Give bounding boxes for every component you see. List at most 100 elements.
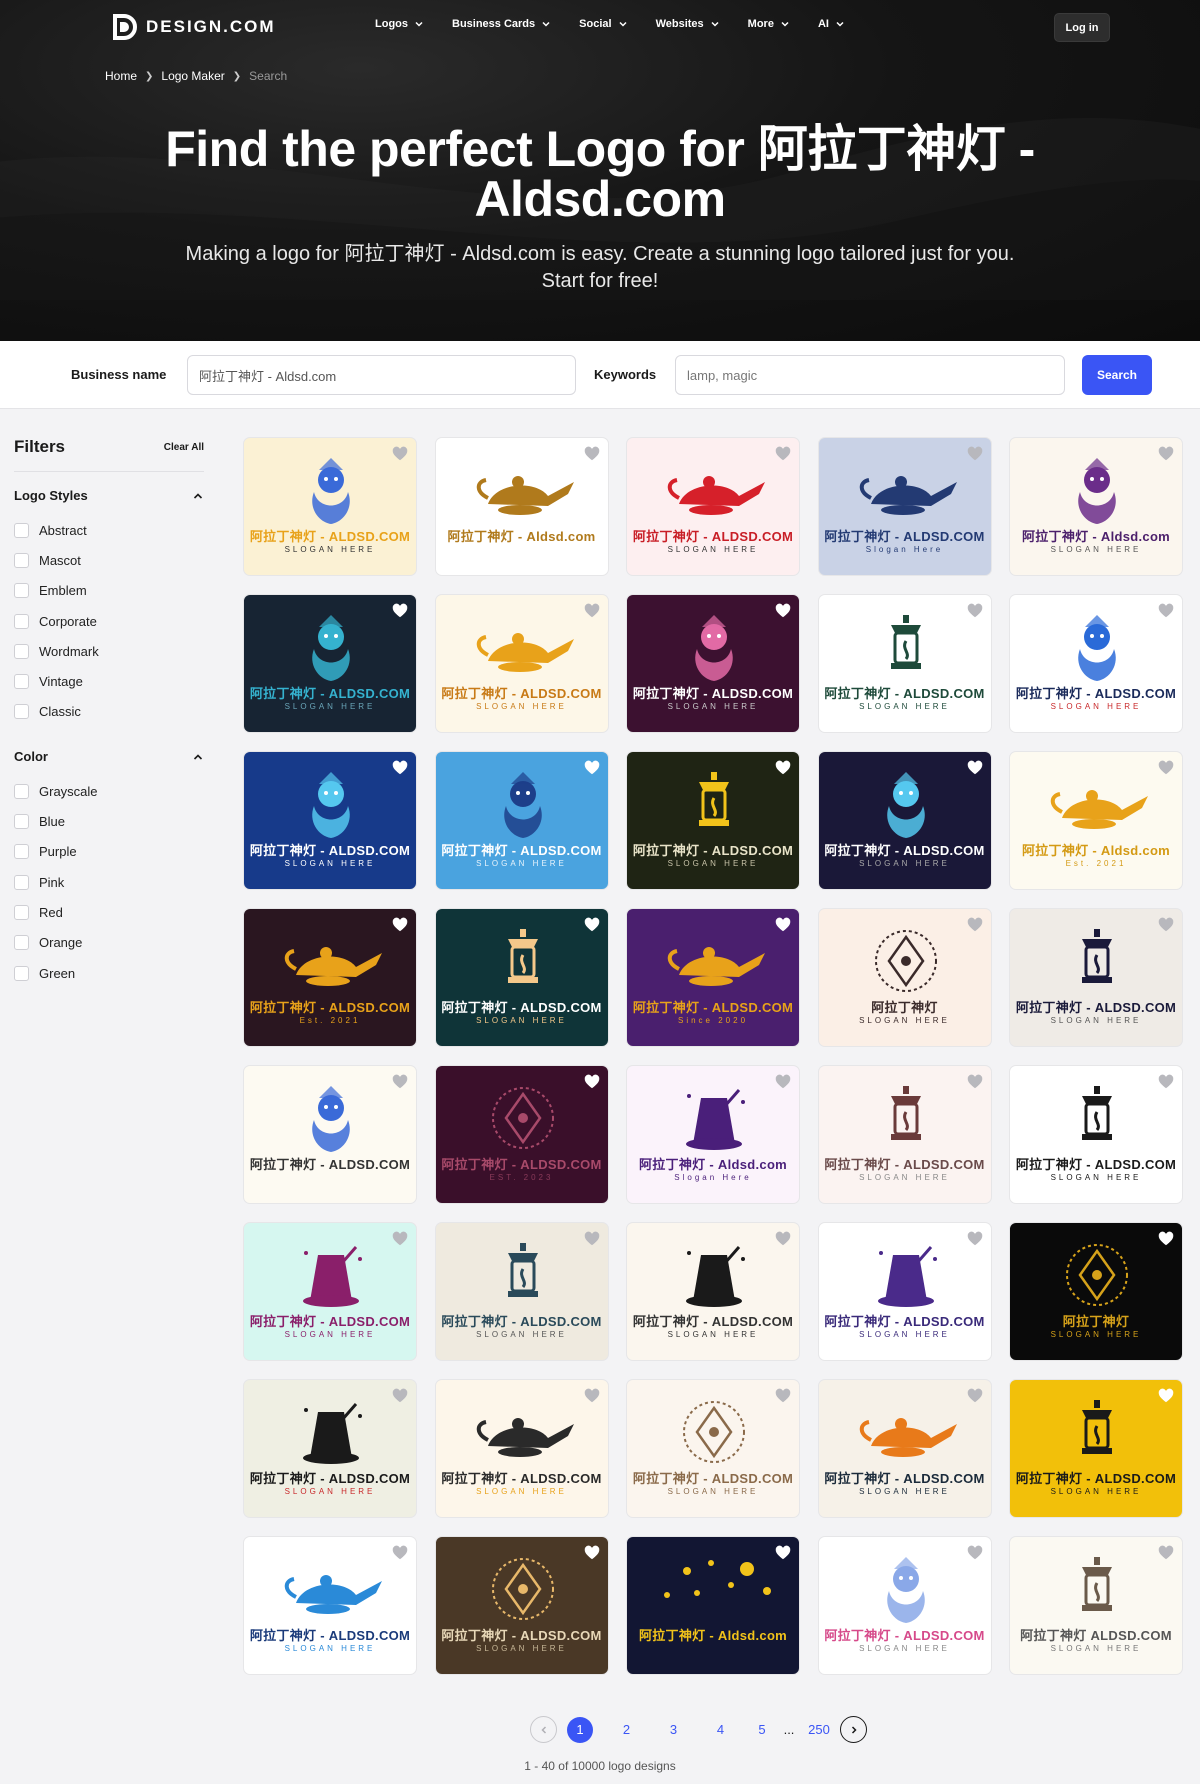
nav-business-cards[interactable]: Business Cards: [452, 18, 551, 30]
logo-card[interactable]: 阿拉丁神灯 - ALDSD.COM SLOGAN HERE: [817, 1222, 992, 1361]
logo-card[interactable]: 阿拉丁神灯 - ALDSD.COM SLOGAN HERE: [243, 1379, 417, 1518]
previous-page-button[interactable]: [530, 1716, 557, 1743]
logo-card[interactable]: 阿拉丁神灯 - Aldsd.com Est. 2021: [1009, 751, 1183, 890]
logo-card[interactable]: 阿拉丁神灯 - ALDSD.COM SLOGAN HERE: [1009, 908, 1183, 1047]
logo-card[interactable]: 阿拉丁神灯 - ALDSD.COM SLOGAN HERE: [626, 437, 800, 576]
favorite-heart-icon[interactable]: [775, 1545, 791, 1561]
logo-card[interactable]: 阿拉丁神灯 - ALDSD.COM SLOGAN HERE: [1009, 594, 1183, 733]
favorite-heart-icon[interactable]: [584, 917, 600, 933]
logo-card[interactable]: 阿拉丁神灯 - ALDSD.COM SLOGAN HERE: [434, 908, 609, 1047]
filter-checkbox[interactable]: [14, 552, 29, 568]
logo-card[interactable]: 阿拉丁神灯 - ALDSD.COM SLOGAN HERE: [434, 751, 609, 890]
filter-option[interactable]: Mascot: [14, 545, 204, 575]
search-button[interactable]: Search: [1082, 355, 1152, 395]
filter-option[interactable]: Pink: [14, 867, 204, 897]
logo-card[interactable]: 阿拉丁神灯 - ALDSD.COM SLOGAN HERE: [817, 751, 992, 890]
logo-card[interactable]: 阿拉丁神灯 - ALDSD.COM SLOGAN HERE: [243, 1222, 417, 1361]
filter-group-header[interactable]: Color: [14, 749, 204, 764]
favorite-heart-icon[interactable]: [392, 917, 408, 933]
favorite-heart-icon[interactable]: [775, 1388, 791, 1404]
favorite-heart-icon[interactable]: [584, 1388, 600, 1404]
logo-card[interactable]: 阿拉丁神灯 - Aldsd.com: [626, 1536, 800, 1675]
brand-logo[interactable]: DESIGN.COM: [112, 13, 276, 41]
filter-checkbox[interactable]: [14, 965, 29, 981]
filter-checkbox[interactable]: [14, 583, 29, 599]
keywords-input[interactable]: [675, 355, 1065, 395]
page-2[interactable]: 2: [603, 1722, 650, 1737]
filter-checkbox[interactable]: [14, 643, 29, 659]
business-name-input[interactable]: [187, 355, 576, 395]
logo-card[interactable]: 阿拉丁神灯 - Aldsd.com: [434, 437, 609, 576]
favorite-heart-icon[interactable]: [1158, 603, 1174, 619]
favorite-heart-icon[interactable]: [967, 760, 983, 776]
favorite-heart-icon[interactable]: [967, 1074, 983, 1090]
logo-card[interactable]: 阿拉丁神灯 - ALDSD.COM SLOGAN HERE: [626, 751, 800, 890]
favorite-heart-icon[interactable]: [392, 446, 408, 462]
logo-card[interactable]: 阿拉丁神灯 - ALDSD.COM SLOGAN HERE: [817, 1536, 992, 1675]
logo-card[interactable]: 阿拉丁神灯 - ALDSD.COM SLOGAN HERE: [626, 594, 800, 733]
filter-option[interactable]: Abstract: [14, 515, 204, 545]
logo-card[interactable]: 阿拉丁神灯 SLOGAN HERE: [817, 908, 992, 1047]
filter-option[interactable]: Blue: [14, 806, 204, 836]
favorite-heart-icon[interactable]: [775, 1074, 791, 1090]
filter-checkbox[interactable]: [14, 783, 29, 799]
favorite-heart-icon[interactable]: [1158, 1074, 1174, 1090]
filter-option[interactable]: Vintage: [14, 666, 204, 696]
logo-card[interactable]: 阿拉丁神灯 - ALDSD.COM Est. 2021: [243, 908, 417, 1047]
favorite-heart-icon[interactable]: [392, 1231, 408, 1247]
favorite-heart-icon[interactable]: [584, 446, 600, 462]
logo-card[interactable]: 阿拉丁神灯 - ALDSD.COM SLOGAN HERE: [626, 1379, 800, 1518]
filter-checkbox[interactable]: [14, 613, 29, 629]
favorite-heart-icon[interactable]: [584, 1074, 600, 1090]
favorite-heart-icon[interactable]: [775, 1231, 791, 1247]
filter-checkbox[interactable]: [14, 814, 29, 830]
favorite-heart-icon[interactable]: [392, 760, 408, 776]
logo-card[interactable]: 阿拉丁神灯 - ALDSD.COM SLOGAN HERE: [817, 594, 992, 733]
nav-logos[interactable]: Logos: [375, 18, 424, 30]
filter-group-header[interactable]: Logo Styles: [14, 488, 204, 503]
filter-option[interactable]: Green: [14, 958, 204, 988]
logo-card[interactable]: 阿拉丁神灯 - ALDSD.COM SLOGAN HERE: [626, 1222, 800, 1361]
logo-card[interactable]: 阿拉丁神灯 - ALDSD.COM SLOGAN HERE: [243, 437, 417, 576]
breadcrumb-logo-maker[interactable]: Logo Maker: [161, 69, 224, 83]
favorite-heart-icon[interactable]: [775, 760, 791, 776]
filter-option[interactable]: Emblem: [14, 576, 204, 606]
clear-all-button[interactable]: Clear All: [164, 442, 204, 453]
favorite-heart-icon[interactable]: [1158, 1231, 1174, 1247]
filter-option[interactable]: Purple: [14, 837, 204, 867]
page-1[interactable]: 1: [567, 1716, 593, 1743]
logo-card[interactable]: 阿拉丁神灯 - ALDSD.COM SLOGAN HERE: [817, 1379, 992, 1518]
favorite-heart-icon[interactable]: [584, 603, 600, 619]
favorite-heart-icon[interactable]: [584, 1231, 600, 1247]
logo-card[interactable]: 阿拉丁神灯 SLOGAN HERE: [1009, 1222, 1183, 1361]
favorite-heart-icon[interactable]: [1158, 917, 1174, 933]
favorite-heart-icon[interactable]: [967, 603, 983, 619]
filter-option[interactable]: Orange: [14, 928, 204, 958]
nav-more[interactable]: More: [748, 18, 790, 30]
logo-card[interactable]: 阿拉丁神灯 - ALDSD.COM: [243, 1065, 417, 1204]
filter-option[interactable]: Classic: [14, 697, 204, 727]
favorite-heart-icon[interactable]: [967, 1388, 983, 1404]
favorite-heart-icon[interactable]: [967, 446, 983, 462]
favorite-heart-icon[interactable]: [1158, 446, 1174, 462]
favorite-heart-icon[interactable]: [1158, 1388, 1174, 1404]
nav-websites[interactable]: Websites: [656, 18, 720, 30]
favorite-heart-icon[interactable]: [775, 603, 791, 619]
logo-card[interactable]: 阿拉丁神灯 - ALDSD.COM SLOGAN HERE: [434, 1379, 609, 1518]
logo-card[interactable]: 阿拉丁神灯 - ALDSD.COM SLOGAN HERE: [243, 594, 417, 733]
logo-card[interactable]: 阿拉丁神灯 - Aldsd.com Slogan Here: [626, 1065, 800, 1204]
favorite-heart-icon[interactable]: [392, 1388, 408, 1404]
filter-checkbox[interactable]: [14, 674, 29, 690]
next-page-button[interactable]: [840, 1716, 867, 1743]
logo-card[interactable]: 阿拉丁神灯 - Aldsd.com SLOGAN HERE: [1009, 437, 1183, 576]
filter-option[interactable]: Grayscale: [14, 776, 204, 806]
logo-card[interactable]: 阿拉丁神灯 - ALDSD.COM SLOGAN HERE: [243, 1536, 417, 1675]
filter-checkbox[interactable]: [14, 704, 29, 720]
favorite-heart-icon[interactable]: [392, 1545, 408, 1561]
favorite-heart-icon[interactable]: [584, 1545, 600, 1561]
filter-checkbox[interactable]: [14, 844, 29, 860]
logo-card[interactable]: 阿拉丁神灯 - ALDSD.COM SLOGAN HERE: [434, 1222, 609, 1361]
favorite-heart-icon[interactable]: [1158, 760, 1174, 776]
favorite-heart-icon[interactable]: [584, 760, 600, 776]
favorite-heart-icon[interactable]: [392, 1074, 408, 1090]
